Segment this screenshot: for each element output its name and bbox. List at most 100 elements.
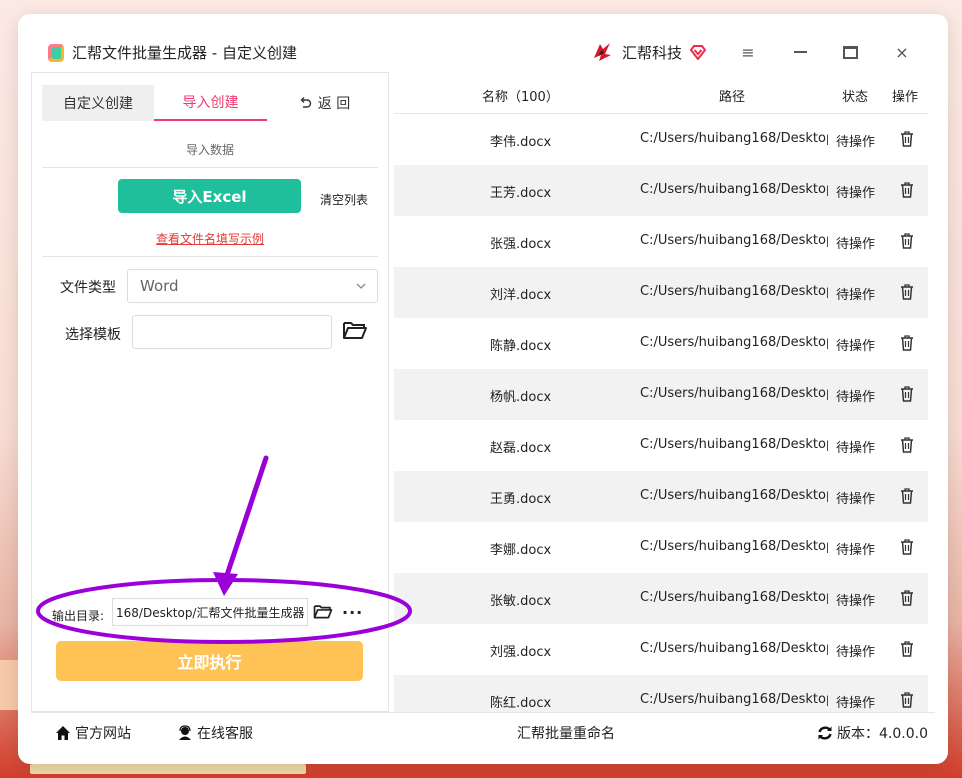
- file-type-value: Word: [140, 277, 179, 295]
- refresh-icon: [818, 726, 832, 740]
- file-name: 王芳.docx: [490, 186, 552, 201]
- file-name: 张敏.docx: [490, 594, 552, 609]
- left-panel: 自定义创建 导入创建 返 回 导入数据 导入Excel 清空列表 查看文件名填写…: [31, 72, 389, 712]
- tab-import-create[interactable]: 导入创建: [154, 85, 267, 121]
- status-badge: 待操作: [836, 237, 876, 252]
- table-row[interactable]: 杨帆.docx C:/Users/huibang168/Desktop/待操作: [394, 369, 928, 420]
- minimize-icon[interactable]: [788, 40, 812, 64]
- status-badge: 待操作: [836, 594, 876, 609]
- file-type-select[interactable]: Word: [127, 269, 378, 303]
- file-table: 名称（100） 路径 状态 操作 李伟.docx C:/Users/huibang…: [394, 72, 928, 712]
- version-label: 版本：4.0.0.0: [837, 726, 928, 742]
- section-label: 导入数据: [185, 143, 234, 157]
- official-website-link[interactable]: 官方网站: [55, 723, 131, 743]
- trash-icon[interactable]: [899, 691, 915, 709]
- title-bar: 汇帮文件批量生成器 - 自定义创建 汇帮科技 ≡ ×: [18, 14, 948, 72]
- trash-icon[interactable]: [899, 487, 915, 505]
- table-row[interactable]: 赵磊.docx C:/Users/huibang168/Desktop/待操作: [394, 420, 928, 471]
- trash-icon[interactable]: [899, 232, 915, 250]
- window-title: 汇帮文件批量生成器 - 自定义创建: [72, 44, 297, 62]
- file-name: 李伟.docx: [490, 135, 552, 150]
- maximize-icon[interactable]: [838, 40, 862, 64]
- status-badge: 待操作: [836, 390, 876, 405]
- file-path: C:/Users/huibang168/Desktop/: [640, 539, 828, 554]
- status-badge: 待操作: [836, 339, 876, 354]
- support-icon: [179, 725, 191, 740]
- trash-icon[interactable]: [899, 130, 915, 148]
- template-input[interactable]: [132, 315, 332, 349]
- trash-icon[interactable]: [899, 181, 915, 199]
- file-name: 陈静.docx: [490, 339, 552, 354]
- status-badge: 待操作: [836, 441, 876, 456]
- app-window: 汇帮文件批量生成器 - 自定义创建 汇帮科技 ≡ × 自定义创建 导入创建 返 …: [18, 14, 948, 764]
- trash-icon[interactable]: [899, 385, 915, 403]
- table-row[interactable]: 王勇.docx C:/Users/huibang168/Desktop/待操作: [394, 471, 928, 522]
- status-badge: 待操作: [836, 645, 876, 660]
- table-row[interactable]: 陈红.docx C:/Users/huibang168/Desktop/待操作: [394, 675, 928, 712]
- more-icon[interactable]: ···: [342, 603, 363, 622]
- trash-icon[interactable]: [899, 436, 915, 454]
- file-path: C:/Users/huibang168/Desktop/: [640, 386, 828, 401]
- tab-bar: 自定义创建 导入创建 返 回: [42, 85, 382, 121]
- table-row[interactable]: 李伟.docx C:/Users/huibang168/Desktop/待操作: [394, 114, 928, 165]
- menu-icon[interactable]: ≡: [736, 40, 760, 64]
- folder-icon[interactable]: [342, 319, 368, 341]
- file-path: C:/Users/huibang168/Desktop/: [640, 590, 828, 605]
- file-name: 刘洋.docx: [490, 288, 552, 303]
- trash-icon[interactable]: [899, 640, 915, 658]
- example-link[interactable]: 查看文件名填写示例: [32, 230, 388, 247]
- header-path: 路径: [719, 90, 746, 105]
- table-row[interactable]: 张敏.docx C:/Users/huibang168/Desktop/待操作: [394, 573, 928, 624]
- close-icon[interactable]: ×: [890, 40, 914, 64]
- table-row[interactable]: 刘强.docx C:/Users/huibang168/Desktop/待操作: [394, 624, 928, 675]
- product-link[interactable]: 汇帮批量重命名: [517, 723, 615, 743]
- file-name: 杨帆.docx: [490, 390, 552, 405]
- status-badge: 待操作: [836, 186, 876, 201]
- table-row[interactable]: 王芳.docx C:/Users/huibang168/Desktop/待操作: [394, 165, 928, 216]
- header-status: 状态: [842, 90, 869, 105]
- table-row[interactable]: 张强.docx C:/Users/huibang168/Desktop/待操作: [394, 216, 928, 267]
- vip-icon[interactable]: [690, 44, 707, 60]
- online-support-link[interactable]: 在线客服: [177, 723, 253, 743]
- divider: [42, 256, 378, 257]
- file-path: C:/Users/huibang168/Desktop/: [640, 692, 828, 707]
- header-op: 操作: [892, 90, 919, 105]
- output-dir-input[interactable]: 168/Desktop/汇帮文件批量生成器: [112, 598, 308, 626]
- undo-icon: [300, 97, 311, 108]
- clear-list-button[interactable]: 清空列表: [320, 191, 368, 208]
- trash-icon[interactable]: [899, 589, 915, 607]
- folder-icon[interactable]: [313, 603, 333, 620]
- status-badge: 待操作: [836, 288, 876, 303]
- import-excel-button[interactable]: 导入Excel: [118, 179, 301, 213]
- table-row[interactable]: 李娜.docx C:/Users/huibang168/Desktop/待操作: [394, 522, 928, 573]
- file-path: C:/Users/huibang168/Desktop/: [640, 437, 828, 452]
- table-row[interactable]: 陈静.docx C:/Users/huibang168/Desktop/待操作: [394, 318, 928, 369]
- tab-custom-create[interactable]: 自定义创建: [42, 85, 154, 121]
- version-info[interactable]: 版本：4.0.0.0: [817, 723, 928, 743]
- file-path: C:/Users/huibang168/Desktop/: [640, 284, 828, 299]
- background-accent: [0, 660, 18, 710]
- brand-logo-icon: [594, 43, 611, 61]
- run-now-button[interactable]: 立即执行: [56, 641, 363, 681]
- back-label: 返 回: [317, 96, 351, 112]
- trash-icon[interactable]: [899, 283, 915, 301]
- trash-icon[interactable]: [899, 538, 915, 556]
- file-name: 刘强.docx: [490, 645, 552, 660]
- file-path: C:/Users/huibang168/Desktop/: [640, 233, 828, 248]
- footer: 官方网站 在线客服 汇帮批量重命名 版本：4.0.0.0: [31, 712, 935, 750]
- template-label: 选择模板: [65, 327, 121, 343]
- trash-icon[interactable]: [899, 334, 915, 352]
- file-name: 张强.docx: [490, 237, 552, 252]
- status-badge: 待操作: [836, 696, 876, 711]
- file-type-label: 文件类型: [60, 280, 116, 296]
- chevron-down-icon: [356, 283, 366, 289]
- product-label: 汇帮批量重命名: [517, 726, 615, 742]
- output-dir-label: 输出目录:: [52, 609, 105, 623]
- file-path: C:/Users/huibang168/Desktop/: [640, 131, 828, 146]
- file-path: C:/Users/huibang168/Desktop/: [640, 335, 828, 350]
- brand[interactable]: 汇帮科技: [590, 40, 707, 64]
- back-button[interactable]: 返 回: [274, 85, 374, 121]
- file-name: 王勇.docx: [490, 492, 552, 507]
- file-path: C:/Users/huibang168/Desktop/: [640, 641, 828, 656]
- table-row[interactable]: 刘洋.docx C:/Users/huibang168/Desktop/待操作: [394, 267, 928, 318]
